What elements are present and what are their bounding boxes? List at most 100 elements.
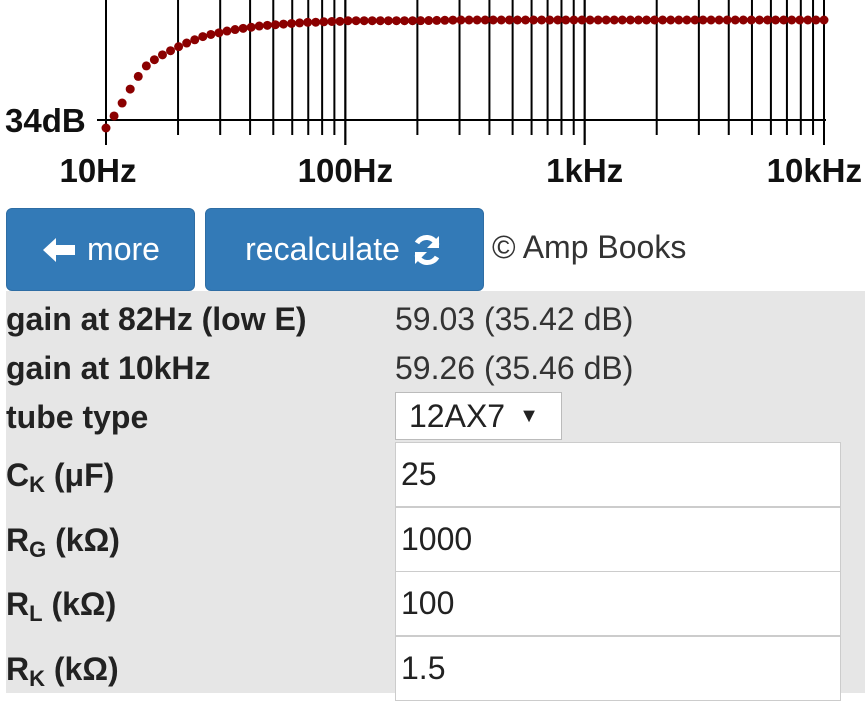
rl-input[interactable]	[395, 571, 841, 636]
data-point	[754, 15, 764, 25]
data-point	[545, 15, 555, 25]
data-point	[698, 15, 708, 25]
data-point	[674, 15, 684, 25]
data-point	[383, 16, 393, 26]
rg-input[interactable]	[395, 507, 841, 572]
data-point	[198, 32, 208, 42]
data-point	[593, 15, 603, 25]
arrow-left-icon	[41, 235, 77, 265]
gain-low-label: gain at 82Hz (low E)	[6, 301, 307, 337]
data-point	[408, 16, 418, 26]
data-point	[561, 15, 571, 25]
data-point	[238, 23, 248, 33]
data-point	[609, 15, 619, 25]
data-point	[125, 84, 135, 94]
data-point	[109, 111, 119, 121]
data-point	[432, 15, 442, 25]
data-point	[254, 21, 264, 31]
data-point	[440, 15, 450, 25]
data-point	[319, 17, 329, 27]
data-point	[722, 15, 732, 25]
data-point	[472, 15, 482, 25]
x-tick-label: 10kHz	[767, 152, 862, 189]
data-point	[666, 15, 676, 25]
data-point	[730, 15, 740, 25]
data-point	[585, 15, 595, 25]
data-point	[537, 15, 547, 25]
data-point	[246, 22, 256, 32]
data-point	[206, 29, 216, 39]
dropdown-arrow-icon: ▼	[519, 404, 539, 427]
data-point	[391, 16, 401, 26]
data-point	[682, 15, 692, 25]
data-point	[335, 16, 345, 26]
data-point	[141, 61, 151, 71]
data-point	[633, 15, 643, 25]
data-point	[577, 15, 587, 25]
x-tick-label: 100Hz	[298, 152, 393, 189]
data-point	[658, 15, 668, 25]
data-point	[496, 15, 506, 25]
data-point	[270, 20, 280, 30]
y-tick-label: 34dB	[5, 102, 86, 139]
recalculate-button[interactable]: recalculate	[205, 208, 484, 291]
data-point	[101, 123, 111, 133]
data-point	[359, 16, 369, 26]
data-point	[230, 25, 240, 35]
data-point	[262, 20, 272, 30]
data-point	[327, 16, 337, 26]
gain-low-value: 59.03 (35.42 dB)	[395, 301, 634, 337]
data-point	[456, 15, 466, 25]
chart-series	[101, 15, 829, 133]
tube-type-select[interactable]: 12AX7 ▼	[395, 392, 562, 440]
ck-label: CK (μF)	[6, 457, 115, 497]
ck-input[interactable]	[395, 442, 841, 507]
data-point	[399, 16, 409, 26]
data-point	[367, 16, 377, 26]
copyright-text: © Amp Books	[492, 229, 687, 265]
data-point	[746, 15, 756, 25]
data-point	[738, 15, 748, 25]
data-point	[617, 15, 627, 25]
data-point	[811, 15, 821, 25]
gain-high-label: gain at 10kHz	[6, 350, 211, 386]
data-point	[553, 15, 563, 25]
data-point	[190, 35, 200, 45]
data-point	[706, 15, 716, 25]
data-point	[480, 15, 490, 25]
data-point	[803, 15, 813, 25]
data-point	[529, 15, 539, 25]
data-point	[714, 15, 724, 25]
data-point	[424, 16, 434, 26]
data-point	[779, 15, 789, 25]
data-point	[625, 15, 635, 25]
rl-label: RL (kΩ)	[6, 586, 117, 626]
data-point	[287, 18, 297, 28]
data-point	[521, 15, 531, 25]
more-button[interactable]: more	[6, 208, 195, 291]
data-point	[642, 15, 652, 25]
data-point	[819, 15, 829, 25]
data-point	[504, 15, 514, 25]
x-tick-label: 10Hz	[59, 152, 136, 189]
data-point	[650, 15, 660, 25]
data-point	[133, 71, 143, 81]
data-point	[174, 42, 184, 52]
data-point	[488, 15, 498, 25]
data-point	[375, 16, 385, 26]
data-point	[601, 15, 611, 25]
x-tick-labels: 10Hz 100Hz 1kHz 10kHz	[59, 152, 862, 189]
data-point	[763, 15, 773, 25]
frequency-response-chart: 34dB 10Hz 100Hz 1kHz 10kHz	[5, 0, 862, 189]
data-point	[464, 15, 474, 25]
data-point	[214, 28, 224, 38]
data-point	[690, 15, 700, 25]
data-point	[311, 17, 321, 27]
data-point	[182, 38, 192, 48]
rk-input[interactable]	[395, 636, 841, 701]
tube-type-label: tube type	[6, 399, 149, 435]
data-point	[795, 15, 805, 25]
data-point	[343, 16, 353, 26]
data-point	[166, 46, 176, 56]
gain-high-value: 59.26 (35.46 dB)	[395, 350, 634, 386]
